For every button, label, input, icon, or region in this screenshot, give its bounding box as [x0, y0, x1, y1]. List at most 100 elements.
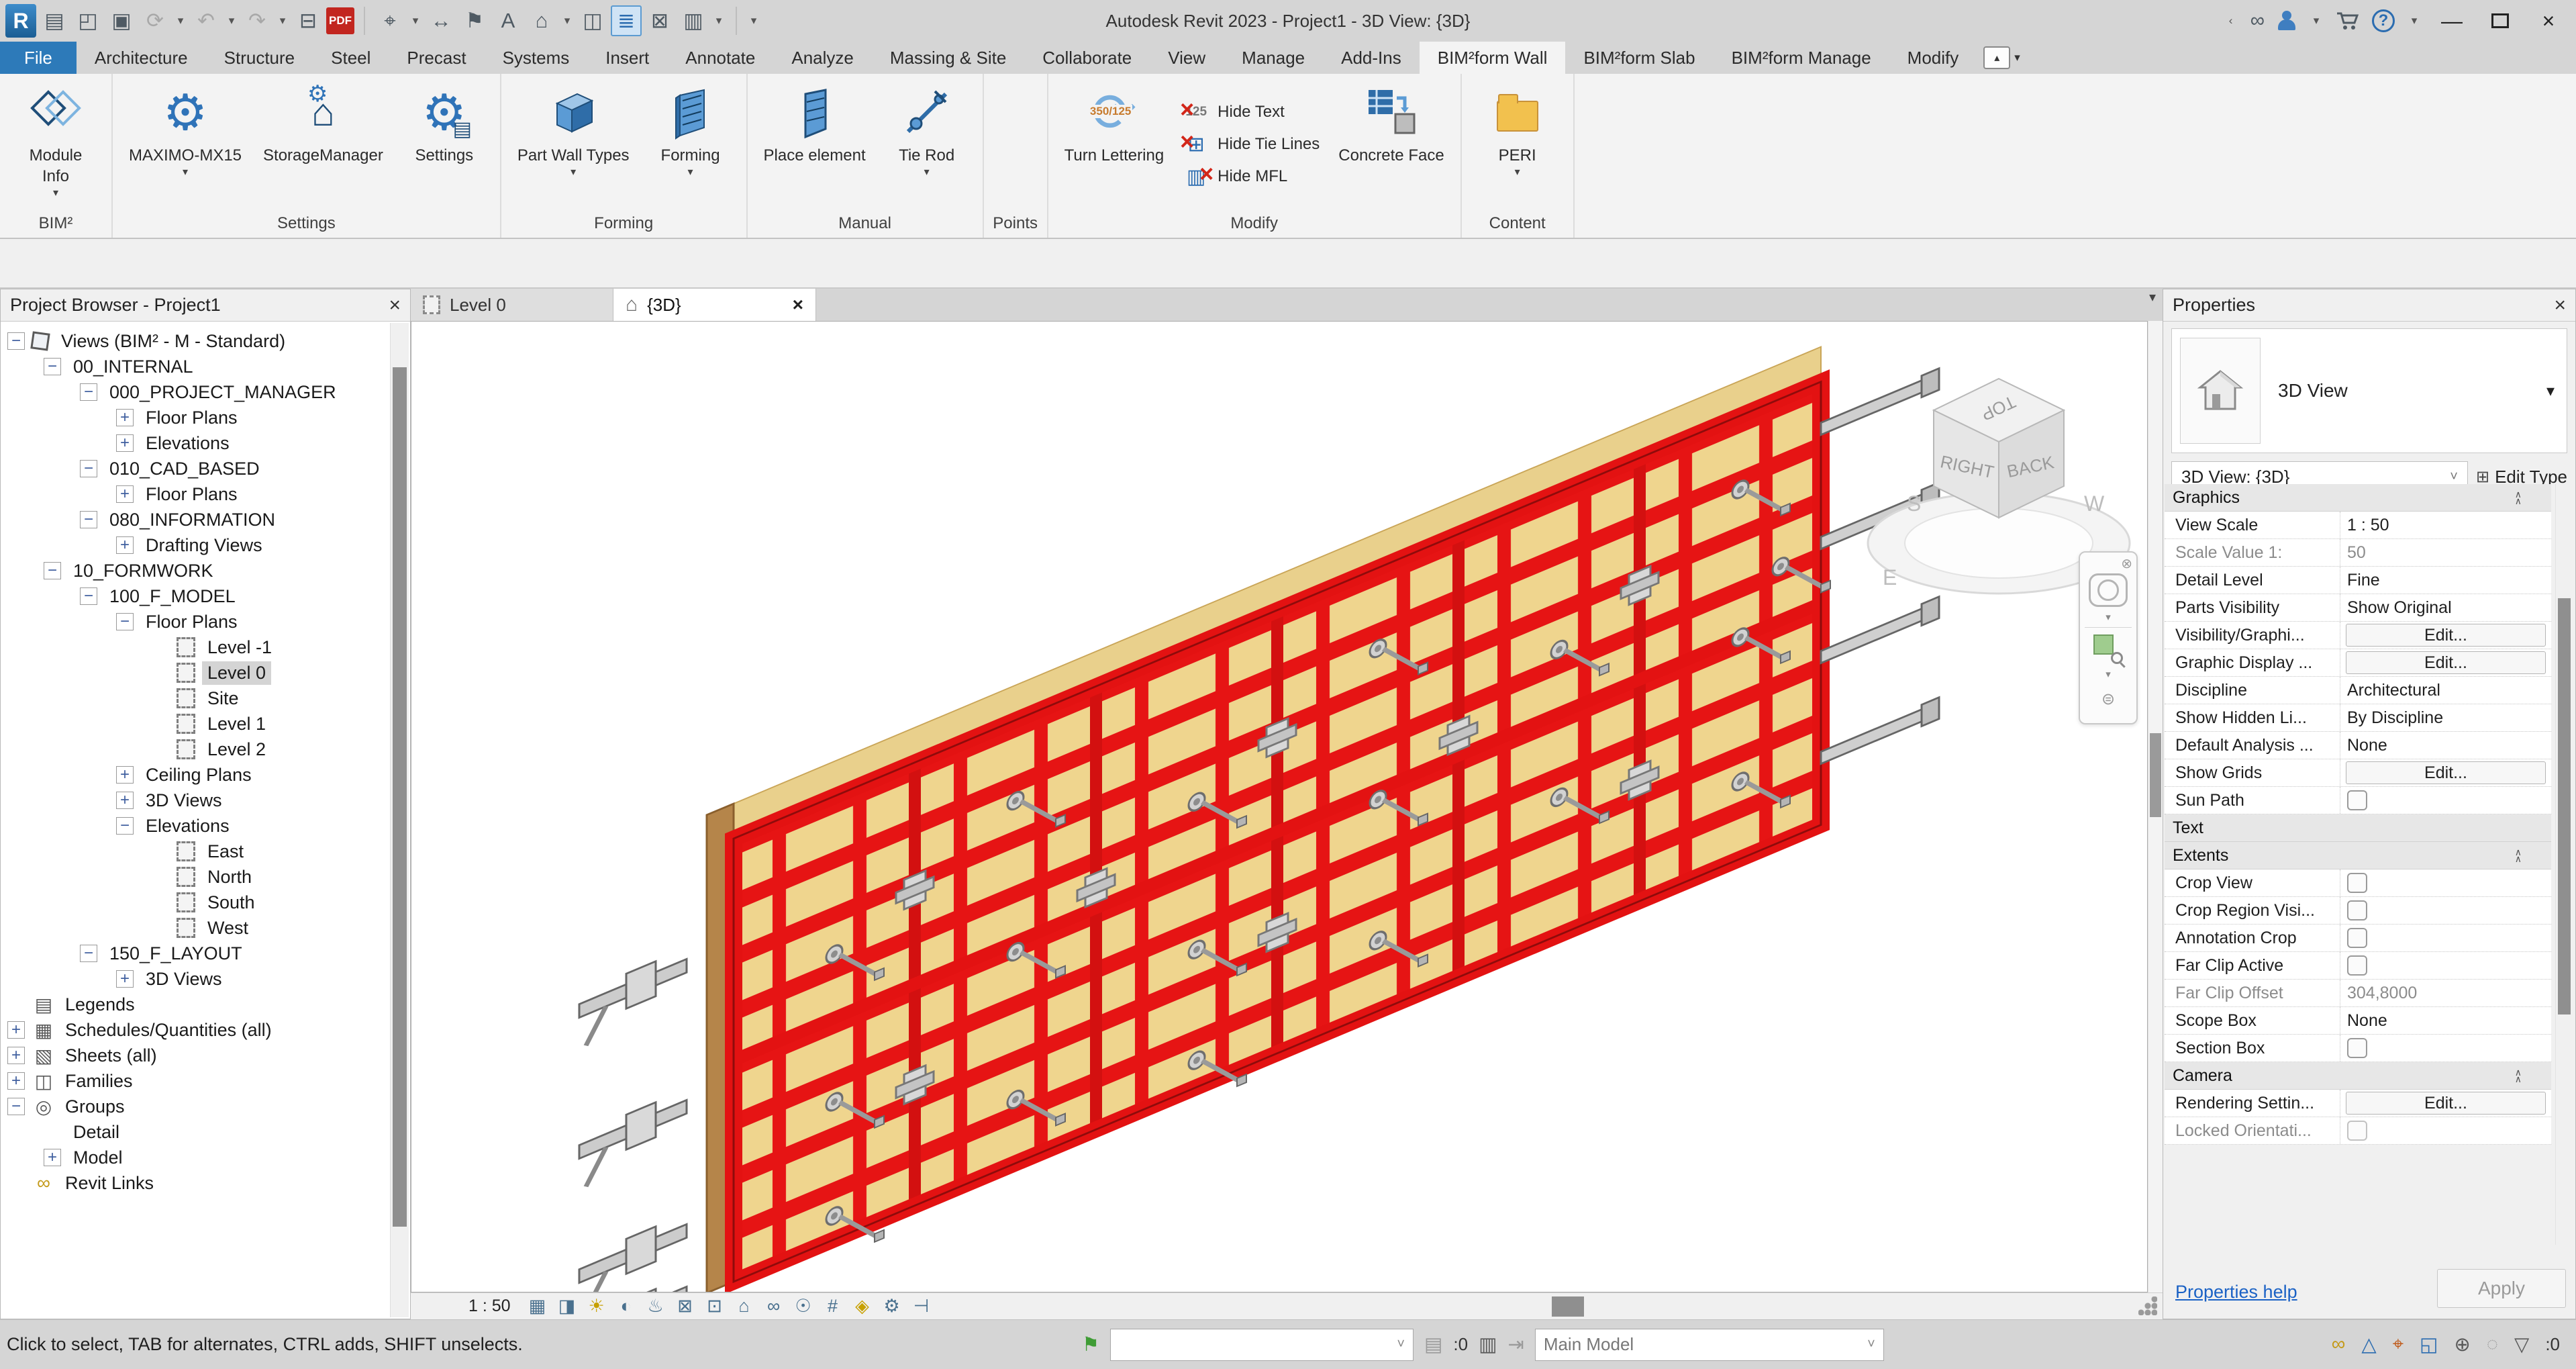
visual-style-icon[interactable]: ◨: [552, 1294, 582, 1319]
export-pdf-icon[interactable]: PDF: [326, 7, 354, 34]
edit-button[interactable]: Edit...: [2346, 1092, 2546, 1115]
tree-item-floor-plans[interactable]: +Floor Plans: [1, 405, 389, 430]
close-icon[interactable]: [793, 294, 803, 316]
expand-icon[interactable]: +: [116, 970, 134, 988]
tree-item-schedules[interactable]: +▦Schedules/Quantities (all): [1, 1017, 389, 1043]
concrete-face-button[interactable]: Concrete Face: [1328, 78, 1454, 211]
collapse-section-icon[interactable]: [2515, 849, 2522, 862]
navigation-bar[interactable]: ⊗ ⊜: [2079, 551, 2138, 724]
collapse-icon[interactable]: −: [44, 562, 61, 579]
undo-icon[interactable]: ↶: [191, 5, 221, 36]
prop-scope-box[interactable]: Scope BoxNone: [2165, 1007, 2551, 1035]
part-wall-types-button[interactable]: Part Wall Types: [507, 78, 640, 211]
checkbox[interactable]: [2347, 955, 2367, 976]
view-tab-level-0[interactable]: Level 0: [411, 289, 613, 321]
prop-default-analysis[interactable]: Default Analysis ...None: [2165, 732, 2551, 759]
checkbox[interactable]: [2347, 900, 2367, 920]
storage-manager-button[interactable]: ⌂ ⚙ StorageManager: [252, 78, 394, 211]
properties-icon[interactable]: ▤: [39, 5, 70, 36]
expand-icon[interactable]: +: [116, 434, 134, 452]
select-underlay-icon[interactable]: △: [2361, 1333, 2376, 1356]
peri-button[interactable]: PERI: [1467, 78, 1568, 211]
shadows-icon[interactable]: ◐: [611, 1294, 641, 1319]
expand-icon[interactable]: +: [116, 485, 134, 503]
checkbox[interactable]: [2347, 1038, 2367, 1058]
collapse-icon[interactable]: −: [7, 1098, 25, 1115]
checkbox[interactable]: [2347, 873, 2367, 893]
user-avatar[interactable]: [2277, 11, 2297, 31]
active-workset-icon[interactable]: ⇥: [1508, 1333, 1524, 1356]
tree-item-detail[interactable]: Detail: [1, 1119, 389, 1145]
steering-wheel-icon[interactable]: [2089, 573, 2128, 607]
prop-detail-level[interactable]: Detail LevelFine: [2165, 567, 2551, 594]
view-scale-button[interactable]: 1 : 50: [456, 1296, 523, 1316]
tree-item-south[interactable]: South: [1, 890, 389, 915]
tab-manage[interactable]: Manage: [1224, 42, 1323, 74]
measure-caret-icon[interactable]: [408, 14, 423, 28]
horizontal-scrollbar-thumb[interactable]: [1552, 1296, 1584, 1317]
canvas-vertical-scrollbar[interactable]: [2148, 321, 2163, 1292]
checkbox[interactable]: [2347, 928, 2367, 948]
expand-icon[interactable]: +: [7, 1072, 25, 1090]
prop-show-hidden-lines[interactable]: Show Hidden Li...By Discipline: [2165, 704, 2551, 732]
tree-item-10-formwork[interactable]: −10_FORMWORK: [1, 558, 389, 583]
ribbon-minimize-icon[interactable]: ▴: [1983, 46, 2010, 69]
drawing-canvas[interactable]: S W E N TOP RIGHT BACK ⊗ ⊜: [411, 321, 2148, 1292]
tab-bim2form-manage[interactable]: BIM²form Manage: [1714, 42, 1889, 74]
collapse-icon[interactable]: −: [116, 613, 134, 630]
tree-item-east[interactable]: East: [1, 839, 389, 864]
wheel-caret-icon[interactable]: [2106, 611, 2111, 623]
tree-item-floor-plans[interactable]: +Floor Plans: [1, 481, 389, 507]
hide-text-button[interactable]: 125 Hide Text: [1183, 100, 1320, 124]
type-selector-caret-icon[interactable]: [2546, 381, 2555, 401]
scrollbar-thumb[interactable]: [2150, 733, 2161, 817]
edit-button[interactable]: Edit...: [2346, 624, 2546, 647]
collapse-icon[interactable]: −: [80, 511, 97, 528]
switch-windows-caret-icon[interactable]: [711, 14, 726, 28]
expand-icon[interactable]: +: [7, 1047, 25, 1064]
collapse-icon[interactable]: −: [80, 383, 97, 401]
section-graphics[interactable]: Graphics: [2165, 484, 2551, 512]
tab-collaborate[interactable]: Collaborate: [1024, 42, 1150, 74]
switch-windows-icon[interactable]: ▥: [678, 5, 709, 36]
collapse-icon[interactable]: −: [80, 460, 97, 477]
ribbon-minimize-caret-icon[interactable]: [2014, 51, 2020, 64]
expand-icon[interactable]: +: [44, 1149, 61, 1166]
tree-item-ceiling-plans[interactable]: +Ceiling Plans: [1, 762, 389, 788]
tree-item-site[interactable]: Site: [1, 686, 389, 711]
select-by-face-icon[interactable]: ◱: [2420, 1333, 2438, 1356]
hide-tie-lines-button[interactable]: ⊞ Hide Tie Lines: [1183, 132, 1320, 156]
unlocked-view-icon[interactable]: ⌂: [730, 1294, 759, 1319]
tab-annotate[interactable]: Annotate: [667, 42, 773, 74]
ribbon-state-toggle[interactable]: ▴: [1983, 42, 2020, 74]
displacement-sets-icon[interactable]: ◈: [848, 1294, 877, 1319]
tab-bim2form-wall[interactable]: BIM²form Wall: [1420, 42, 1566, 74]
section-text[interactable]: Text: [2165, 814, 2551, 842]
section-extents[interactable]: Extents: [2165, 842, 2551, 869]
tab-modify[interactable]: Modify: [1889, 42, 1977, 74]
scrollbar-thumb[interactable]: [2558, 598, 2571, 1014]
temporary-hide-isolate-icon[interactable]: ∞: [759, 1294, 789, 1319]
tree-item-level-0[interactable]: Level 0: [1, 660, 389, 686]
tab-bim2form-slab[interactable]: BIM²form Slab: [1565, 42, 1713, 74]
design-option-combobox[interactable]: ˅: [1110, 1329, 1414, 1361]
collapse-icon[interactable]: −: [7, 332, 25, 350]
tree-item-views-root[interactable]: −Views (BIM² - M - Standard): [1, 328, 389, 354]
close-icon[interactable]: [2554, 294, 2566, 317]
collapse-icon[interactable]: −: [116, 817, 134, 835]
select-pinned-icon[interactable]: ⌖: [2393, 1333, 2404, 1356]
editable-only-icon[interactable]: ⚑: [1082, 1333, 1099, 1356]
close-button[interactable]: [2530, 3, 2567, 39]
tree-item-level-2[interactable]: Level 2: [1, 737, 389, 762]
text-icon[interactable]: A: [493, 5, 524, 36]
tree-item-000-project-manager[interactable]: −000_PROJECT_MANAGER: [1, 379, 389, 405]
expand-icon[interactable]: +: [116, 766, 134, 784]
tree-item-sheets[interactable]: +▧Sheets (all): [1, 1043, 389, 1068]
3d-view-caret-icon[interactable]: [560, 14, 575, 28]
sync-caret-icon[interactable]: [173, 14, 188, 28]
restore-button[interactable]: [2482, 3, 2518, 39]
apply-button[interactable]: Apply: [2437, 1269, 2566, 1308]
search-back-icon[interactable]: ‹: [2224, 14, 2238, 28]
tree-item-drafting-views[interactable]: +Drafting Views: [1, 532, 389, 558]
expand-icon[interactable]: +: [116, 792, 134, 809]
